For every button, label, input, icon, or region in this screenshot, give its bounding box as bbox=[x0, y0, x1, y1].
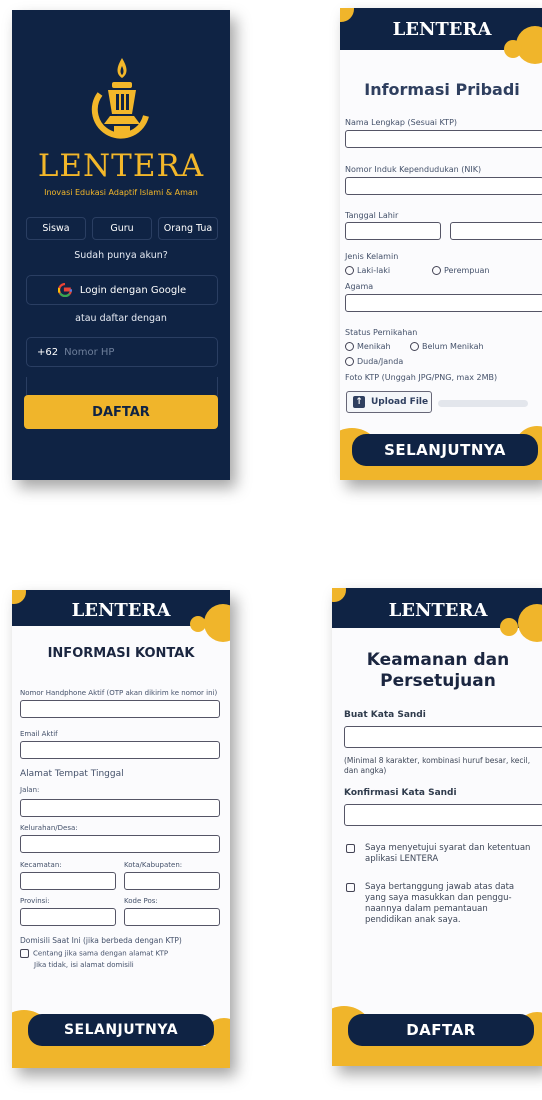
radio-icon bbox=[345, 266, 354, 275]
postal-label: Kode Pos: bbox=[124, 897, 158, 905]
register-prompt: atau daftar dengan bbox=[75, 313, 167, 324]
option-label: Perempuan bbox=[444, 266, 490, 275]
marital-option-single[interactable]: Belum Menikah bbox=[410, 342, 484, 351]
lamp-logo-icon bbox=[91, 58, 149, 139]
upload-file-button[interactable]: ↑ Upload File bbox=[346, 391, 432, 413]
domicile-label: Domisili Saat Ini (jika berbeda dengan K… bbox=[20, 936, 182, 945]
decor-blob bbox=[504, 40, 522, 58]
google-icon bbox=[57, 283, 72, 297]
gender-option-male[interactable]: Laki-laki bbox=[345, 266, 390, 275]
dob-label: Tanggal Lahir bbox=[345, 211, 399, 220]
district-label: Kecamatan: bbox=[20, 861, 62, 869]
title-line-2: Persetujuan bbox=[380, 671, 496, 691]
contact-info-screen: LENTERA INFORMASI KONTAK Nomor Handphone… bbox=[12, 590, 230, 1068]
street-label: Jalan: bbox=[20, 786, 40, 794]
postal-input[interactable] bbox=[124, 908, 220, 926]
district-input[interactable] bbox=[20, 872, 116, 890]
email-input[interactable] bbox=[20, 741, 220, 759]
province-input[interactable] bbox=[20, 908, 116, 926]
phone-input[interactable]: +62 Nomor HP bbox=[26, 337, 218, 367]
phone-placeholder: Nomor HP bbox=[64, 346, 115, 358]
city-input[interactable] bbox=[124, 872, 220, 890]
google-login-button[interactable]: Login dengan Google bbox=[26, 275, 218, 305]
gender-label: Jenis Kelamin bbox=[345, 252, 399, 261]
password-label: Buat Kata Sandi bbox=[344, 710, 426, 720]
option-label: Belum Menikah bbox=[422, 342, 484, 351]
agree-terms-label: Saya menyetujui syarat dan ketentuan apl… bbox=[365, 843, 531, 864]
welcome-screen: LENTERA Inovasi Edukasi Adaptif Islami &… bbox=[12, 10, 230, 480]
same-address-checkbox[interactable]: Centang jika sama dengan alamat KTP bbox=[20, 949, 168, 958]
option-label: Menikah bbox=[357, 342, 391, 351]
option-label: Laki-laki bbox=[357, 266, 391, 275]
upload-label: Upload File bbox=[371, 397, 429, 407]
street-input[interactable] bbox=[20, 799, 220, 817]
phone-input[interactable] bbox=[20, 700, 220, 718]
next-button[interactable]: SELANJUTNYA bbox=[28, 1014, 214, 1046]
marital-option-widowed[interactable]: Duda/Janda bbox=[345, 357, 403, 366]
domicile-note: Jika tidak, isi alamat domisili bbox=[34, 961, 134, 969]
country-code: +62 bbox=[37, 346, 59, 358]
role-siswa-button[interactable]: Siswa bbox=[26, 217, 86, 240]
title-line-1: Keamanan dan bbox=[366, 650, 510, 670]
phone-label: Nomor Handphone Aktif (OTP akan dikirim … bbox=[20, 689, 218, 697]
religion-label: Agama bbox=[345, 282, 374, 291]
radio-icon bbox=[432, 266, 441, 275]
name-label: Nama Lengkap (Sesuai KTP) bbox=[345, 118, 458, 127]
tagline: Inovasi Edukasi Adaptif Islami & Aman bbox=[44, 188, 198, 197]
page-title: INFORMASI KONTAK bbox=[47, 646, 195, 661]
personal-info-screen: LENTERA Informasi Pribadi Nama Lengkap (… bbox=[340, 8, 542, 480]
religion-input[interactable] bbox=[345, 294, 542, 312]
radio-icon bbox=[345, 342, 354, 351]
same-address-label: Centang jika sama dengan alamat KTP bbox=[33, 949, 169, 958]
confirm-password-label: Konfirmasi Kata Sandi bbox=[344, 788, 457, 798]
brand-name: LENTERA bbox=[37, 148, 205, 184]
dob-input-1[interactable] bbox=[345, 222, 441, 240]
header-title: LENTERA bbox=[392, 19, 492, 40]
agree-terms-checkbox[interactable]: Saya menyetujui syarat dan ketentuan apl… bbox=[346, 843, 536, 865]
page-title: Keamanan dan Persetujuan bbox=[332, 650, 542, 692]
village-label: Kelurahan/Desa: bbox=[20, 824, 78, 832]
email-label: Email Aktif bbox=[20, 730, 58, 738]
radio-icon bbox=[345, 357, 354, 366]
checkbox-icon bbox=[346, 883, 355, 892]
agree-responsibility-checkbox[interactable]: Saya bertanggung jawab atas data yang sa… bbox=[346, 882, 536, 926]
name-input[interactable] bbox=[345, 130, 542, 148]
confirm-password-input[interactable] bbox=[344, 804, 542, 826]
option-label: Duda/Janda bbox=[357, 357, 404, 366]
register-button[interactable]: DAFTAR bbox=[24, 395, 218, 429]
next-button[interactable]: SELANJUTNYA bbox=[352, 434, 538, 466]
register-button[interactable]: DAFTAR bbox=[348, 1014, 534, 1046]
password-hint: (Minimal 8 karakter, kombinasi huruf bes… bbox=[344, 756, 531, 775]
google-login-label: Login dengan Google bbox=[79, 284, 187, 296]
footer-decor bbox=[12, 1046, 230, 1068]
gender-option-female[interactable]: Perempuan bbox=[432, 266, 489, 275]
password-input[interactable] bbox=[344, 726, 542, 748]
file-name-placeholder bbox=[438, 400, 528, 407]
city-label: Kota/Kabupaten: bbox=[124, 861, 183, 869]
header-title: LENTERA bbox=[388, 600, 488, 621]
role-selector: Siswa Guru Orang Tua bbox=[26, 217, 218, 240]
ktp-label: Foto KTP (Unggah JPG/PNG, max 2MB) bbox=[345, 373, 498, 382]
marital-label: Status Pernikahan bbox=[345, 328, 418, 337]
agree-responsibility-label: Saya bertanggung jawab atas data yang sa… bbox=[365, 882, 515, 925]
nik-input[interactable] bbox=[345, 177, 542, 195]
footer-decor bbox=[332, 1044, 542, 1066]
page-title: Informasi Pribadi bbox=[364, 80, 520, 99]
village-input[interactable] bbox=[20, 835, 220, 853]
login-prompt: Sudah punya akun? bbox=[74, 250, 168, 261]
security-consent-screen: LENTERA Keamanan dan Persetujuan Buat Ka… bbox=[332, 588, 542, 1066]
province-label: Provinsi: bbox=[20, 897, 50, 905]
header-title: LENTERA bbox=[71, 600, 171, 621]
role-guru-button[interactable]: Guru bbox=[92, 217, 152, 240]
dob-input-2[interactable] bbox=[450, 222, 542, 240]
checkbox-icon bbox=[20, 949, 29, 958]
marital-option-married[interactable]: Menikah bbox=[345, 342, 391, 351]
upload-icon: ↑ bbox=[353, 396, 365, 408]
nik-label: Nomor Induk Kependudukan (NIK) bbox=[345, 165, 482, 174]
radio-icon bbox=[410, 342, 419, 351]
checkbox-icon bbox=[346, 844, 355, 853]
role-orangtua-button[interactable]: Orang Tua bbox=[158, 217, 218, 240]
address-label: Alamat Tempat Tinggal bbox=[20, 769, 124, 779]
